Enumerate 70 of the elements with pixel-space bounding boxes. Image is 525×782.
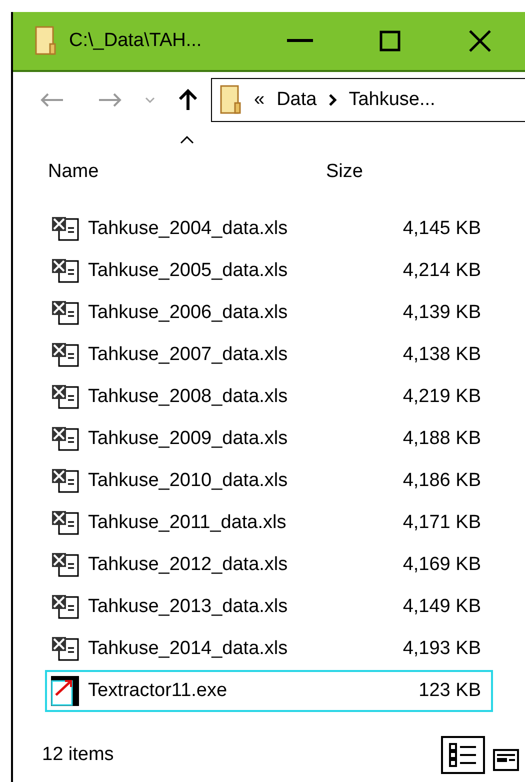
file-size: 4,214 KB — [402, 258, 481, 283]
file-row[interactable]: Tahkuse_2011_data.xls 4,171 KB — [45, 502, 493, 544]
spreadsheet-file-icon — [50, 426, 80, 452]
window-title: C:\_Data\TAH... — [69, 28, 203, 53]
close-icon — [468, 29, 492, 53]
file-row[interactable]: Tahkuse_2007_data.xls 4,138 KB — [45, 334, 493, 376]
file-size: 4,139 KB — [402, 300, 481, 325]
file-size: 4,145 KB — [402, 216, 481, 241]
file-row[interactable]: Textractor11.exe 123 KB — [45, 670, 493, 712]
spreadsheet-file-icon — [50, 468, 80, 494]
file-row[interactable]: Tahkuse_2010_data.xls 4,186 KB — [45, 460, 493, 502]
file-name: Tahkuse_2009_data.xls — [88, 426, 288, 451]
folder-icon — [220, 85, 242, 115]
forward-arrow-icon[interactable] — [97, 92, 123, 108]
maximize-icon — [379, 30, 401, 52]
spreadsheet-file-icon — [50, 300, 80, 326]
breadcrumb-item[interactable]: « — [254, 86, 265, 114]
spreadsheet-file-icon — [50, 636, 80, 662]
file-row[interactable]: Tahkuse_2005_data.xls 4,214 KB — [45, 250, 493, 292]
back-arrow-icon[interactable] — [39, 92, 65, 108]
file-name: Tahkuse_2005_data.xls — [88, 258, 288, 283]
file-name: Tahkuse_2004_data.xls — [88, 216, 288, 241]
file-row[interactable]: Tahkuse_2006_data.xls 4,139 KB — [45, 292, 493, 334]
details-view-button[interactable] — [441, 736, 485, 774]
breadcrumb-item[interactable]: Tahkuse... — [348, 86, 436, 114]
chevron-right-icon — [328, 94, 337, 106]
file-row[interactable]: Tahkuse_2012_data.xls 4,169 KB — [45, 544, 493, 586]
file-size: 123 KB — [418, 678, 481, 703]
file-row[interactable]: Tahkuse_2004_data.xls 4,145 KB — [45, 208, 493, 250]
file-name: Textractor11.exe — [88, 678, 228, 703]
file-row[interactable]: Tahkuse_2013_data.xls 4,149 KB — [45, 586, 493, 628]
spreadsheet-file-icon — [50, 384, 80, 410]
breadcrumb-item[interactable]: Data — [276, 86, 317, 114]
file-name: Tahkuse_2011_data.xls — [88, 510, 286, 535]
item-count: 12 items — [42, 742, 114, 767]
spreadsheet-file-icon — [50, 510, 80, 536]
file-name: Tahkuse_2010_data.xls — [88, 468, 288, 493]
address-bar[interactable]: « Data Tahkuse... — [211, 78, 525, 122]
folder-icon — [35, 26, 57, 56]
file-name: Tahkuse_2006_data.xls — [88, 300, 288, 325]
file-row[interactable]: Tahkuse_2014_data.xls 4,193 KB — [45, 628, 493, 670]
file-size: 4,193 KB — [402, 636, 481, 661]
minimize-icon — [287, 39, 313, 43]
column-header[interactable]: Name — [13, 136, 326, 186]
details-view-icon — [448, 741, 478, 769]
up-arrow-icon[interactable] — [177, 89, 199, 111]
file-name: Tahkuse_2014_data.xls — [88, 636, 288, 661]
file-row[interactable]: Tahkuse_2008_data.xls 4,219 KB — [45, 376, 493, 418]
file-size: 4,188 KB — [402, 426, 481, 451]
file-name: Tahkuse_2013_data.xls — [88, 594, 288, 619]
file-size: 4,171 KB — [402, 510, 481, 535]
file-size: 4,138 KB — [402, 342, 481, 367]
file-row[interactable]: Tahkuse_2009_data.xls 4,188 KB — [45, 418, 493, 460]
spreadsheet-file-icon — [50, 342, 80, 368]
spreadsheet-file-icon — [50, 552, 80, 578]
preview-pane-icon — [493, 749, 519, 771]
column-header[interactable]: Size — [326, 136, 446, 186]
spreadsheet-file-icon — [50, 216, 80, 242]
sort-ascending-icon — [180, 136, 194, 144]
file-name: Tahkuse_2012_data.xls — [88, 552, 288, 577]
file-size: 4,149 KB — [402, 594, 481, 619]
file-size: 4,186 KB — [402, 468, 481, 493]
file-size: 4,169 KB — [402, 552, 481, 577]
spreadsheet-file-icon — [50, 594, 80, 620]
application-file-icon — [50, 675, 80, 707]
file-size: 4,219 KB — [402, 384, 481, 409]
file-name: Tahkuse_2008_data.xls — [88, 384, 288, 409]
preview-view-button[interactable] — [491, 746, 521, 774]
spreadsheet-file-icon — [50, 258, 80, 284]
file-name: Tahkuse_2007_data.xls — [88, 342, 288, 367]
